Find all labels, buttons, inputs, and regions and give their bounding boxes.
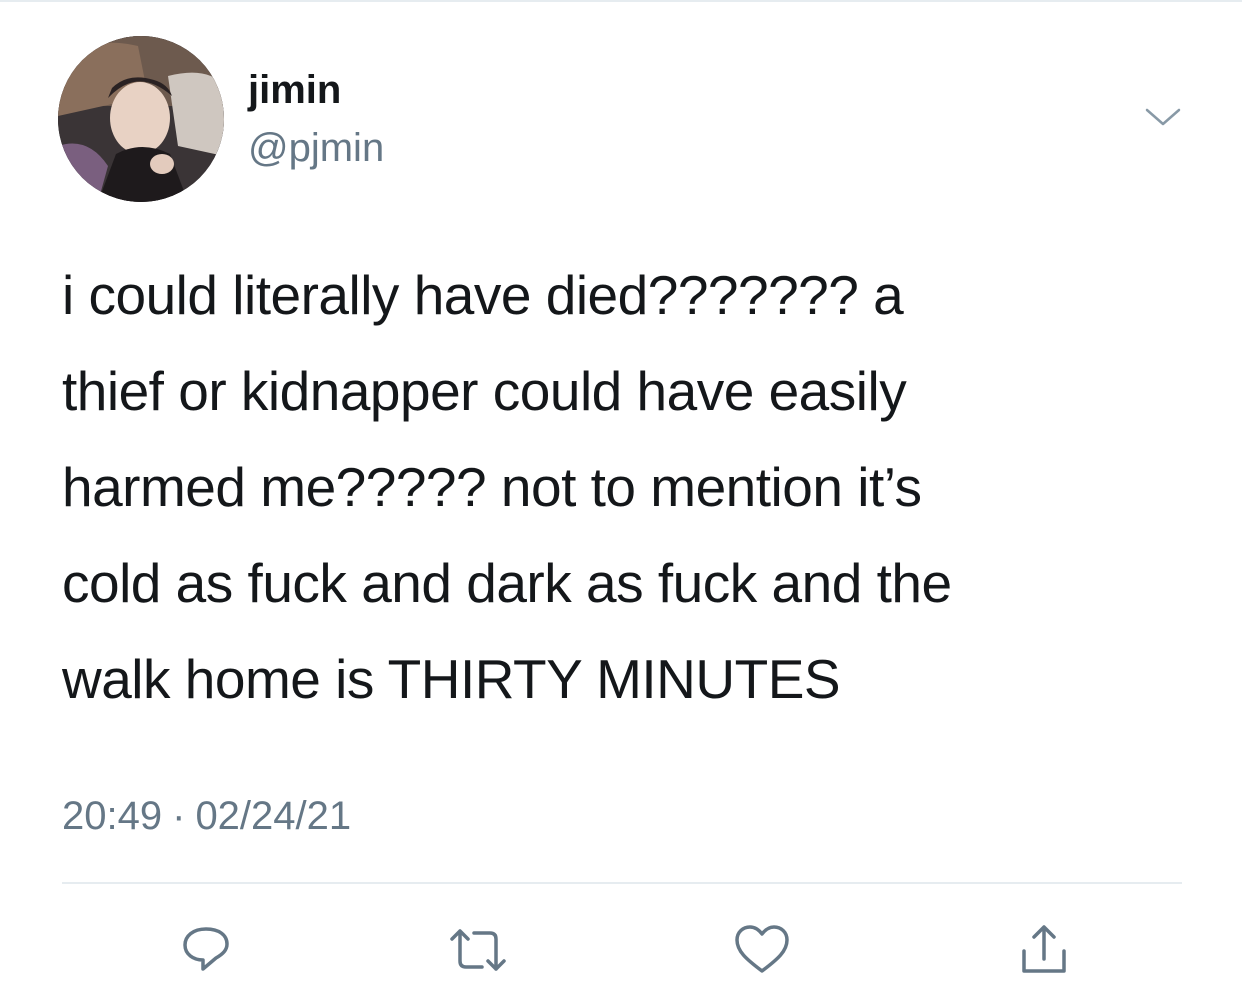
display-name[interactable]: jimin (248, 66, 341, 114)
share-button[interactable] (1012, 918, 1076, 982)
tweet-time: 20:49 (62, 794, 163, 838)
avatar-photo (58, 36, 224, 202)
like-button[interactable] (730, 918, 794, 982)
share-icon (1022, 925, 1066, 973)
tweet-date: 02/24/21 (195, 794, 352, 838)
reply-icon (183, 927, 229, 971)
retweet-button[interactable] (446, 918, 510, 982)
reply-button[interactable] (174, 918, 238, 982)
avatar[interactable] (58, 36, 224, 202)
meta-separator: · (172, 794, 186, 838)
retweet-icon (450, 929, 506, 971)
top-divider (0, 0, 1242, 2)
heart-icon (735, 925, 789, 973)
user-handle[interactable]: @pjmin (248, 124, 384, 172)
tweet-timestamp[interactable]: 20:49 · 02/24/21 (62, 790, 351, 842)
actions-divider (62, 882, 1182, 884)
more-options-button[interactable] (1140, 100, 1186, 136)
chevron-down-icon (1145, 108, 1181, 126)
tweet-text: i could literally have died??????? a thi… (62, 264, 952, 710)
